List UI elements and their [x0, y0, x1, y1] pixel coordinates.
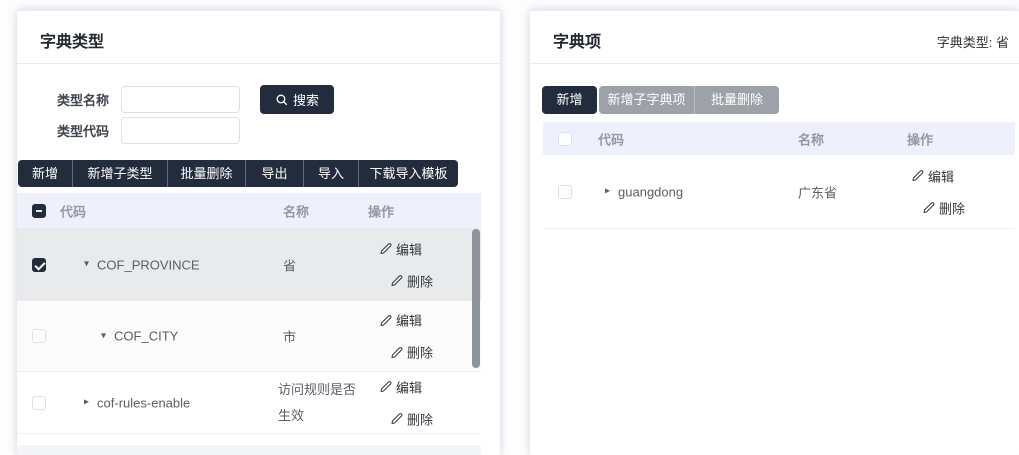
row-name: 市: [283, 327, 296, 346]
row-checkbox[interactable]: [558, 185, 572, 199]
edit-link[interactable]: 删除 编辑: [380, 377, 433, 396]
actions-column-header: 操作: [368, 201, 394, 220]
code-column-header: 代码: [60, 201, 86, 220]
pencil-icon: [380, 314, 392, 326]
code-cell: ▸ guangdong: [605, 184, 683, 199]
select-all-checkbox[interactable]: [32, 204, 46, 218]
edit-link[interactable]: 编辑: [380, 311, 433, 330]
row-checkbox[interactable]: [32, 396, 46, 410]
pencil-icon: [912, 170, 924, 182]
table-row-cof-rules-enable[interactable]: ▸ cof-rules-enable 访问规则是否生效 删除 编辑 删除: [17, 372, 481, 434]
collapse-arrow-icon[interactable]: ▾: [84, 260, 89, 270]
code-cell: ▸ cof-rules-enable: [84, 395, 190, 410]
dict-type-title: 字典类型: [40, 28, 104, 52]
add-item-button[interactable]: 新增: [542, 86, 597, 114]
code-column-header: 代码: [598, 129, 624, 148]
dict-type-toolbar: 新增 新增子类型 批量删除 导出 导入 下载导入模板: [18, 160, 458, 187]
dict-item-table-header: 代码 名称 操作: [543, 122, 1015, 155]
batch-delete-items-button[interactable]: 批量删除: [694, 86, 779, 114]
select-all-checkbox[interactable]: [558, 132, 572, 146]
code-cell: ▾ COF_PROVINCE: [84, 257, 200, 272]
current-dict-type-value: 省: [996, 35, 1009, 50]
row-actions: 删除 编辑 删除: [380, 377, 433, 428]
type-name-label: 类型名称: [55, 90, 109, 109]
collapse-arrow-icon[interactable]: ▾: [101, 331, 106, 341]
current-dict-type: 字典类型: 省: [937, 32, 1009, 51]
import-button[interactable]: 导入: [303, 160, 358, 187]
table-row-guangdong[interactable]: ▸ guangdong 广东省 编辑 删除: [543, 155, 1015, 229]
next-row-partial: [17, 445, 481, 455]
download-import-template-button[interactable]: 下载导入模板: [358, 160, 458, 187]
type-name-input[interactable]: [121, 86, 240, 113]
pencil-icon: [380, 381, 392, 393]
pencil-icon: [923, 202, 935, 214]
type-code-input[interactable]: [121, 117, 240, 144]
add-button[interactable]: 新增: [18, 160, 72, 187]
row-name: 访问规则是否生效: [278, 377, 362, 429]
row-code: COF_PROVINCE: [97, 257, 200, 272]
dict-type-panel: 字典类型 类型名称 搜索 类型代码 新增 新增子类型 批量删除 导出 导入 下载…: [17, 10, 500, 455]
delete-link[interactable]: 删除: [391, 271, 433, 290]
row-checkbox[interactable]: [32, 329, 46, 343]
type-code-label: 类型代码: [55, 121, 109, 140]
search-button[interactable]: 搜索: [260, 85, 334, 114]
batch-delete-button[interactable]: 批量删除: [167, 160, 245, 187]
pencil-icon: [391, 413, 403, 425]
pencil-icon: [380, 243, 392, 255]
add-subtype-button[interactable]: 新增子类型: [72, 160, 167, 187]
type-code-form-row: 类型代码: [55, 116, 240, 145]
row-actions: 编辑 删除: [380, 239, 433, 290]
row-code: guangdong: [618, 184, 683, 199]
dict-type-table-header: 代码 名称 操作: [17, 193, 481, 228]
row-name: 省: [283, 255, 296, 274]
row-code: cof-rules-enable: [97, 395, 190, 410]
delete-link[interactable]: 删除: [391, 343, 433, 362]
current-dict-type-label: 字典类型:: [937, 35, 993, 50]
row-actions: 编辑 删除: [380, 311, 433, 362]
dict-item-title: 字典项: [553, 28, 601, 52]
table-row-cof-province[interactable]: ▾ COF_PROVINCE 省 编辑 删除: [17, 228, 481, 301]
search-button-label: 搜索: [293, 90, 319, 109]
table-row-cof-city[interactable]: ▾ COF_CITY 市 编辑 删除: [17, 301, 481, 372]
type-name-form-row: 类型名称: [55, 85, 240, 114]
delete-link[interactable]: 删除: [923, 198, 965, 217]
add-sub-item-button[interactable]: 新增子字典项: [599, 86, 694, 114]
dict-item-toolbar: 新增 新增子字典项 批量删除: [542, 86, 779, 114]
actions-column-header: 操作: [907, 129, 933, 148]
search-icon: [275, 93, 288, 106]
dict-item-panel-header: 字典项 字典类型: 省: [530, 11, 1019, 64]
delete-link[interactable]: 删除: [391, 409, 433, 428]
name-column-header: 名称: [283, 201, 309, 220]
expand-arrow-icon[interactable]: ▸: [84, 398, 89, 408]
row-checkbox[interactable]: [32, 258, 46, 272]
table-scrollbar-thumb[interactable]: [472, 229, 480, 368]
row-actions: 编辑 删除: [912, 166, 965, 217]
expand-arrow-icon[interactable]: ▸: [605, 187, 610, 197]
pencil-icon: [391, 275, 403, 287]
row-name: 广东省: [798, 182, 837, 201]
page: 字典类型 类型名称 搜索 类型代码 新增 新增子类型 批量删除 导出 导入 下载…: [0, 0, 1019, 455]
dict-type-panel-header: 字典类型: [17, 11, 500, 64]
edit-link[interactable]: 编辑: [912, 166, 965, 185]
pencil-icon: [391, 346, 403, 358]
export-button[interactable]: 导出: [245, 160, 303, 187]
code-cell: ▾ COF_CITY: [101, 329, 178, 344]
edit-link[interactable]: 编辑: [380, 239, 433, 258]
name-column-header: 名称: [798, 129, 824, 148]
row-code: COF_CITY: [114, 329, 178, 344]
dict-item-panel: 字典项 字典类型: 省 新增 新增子字典项 批量删除 代码 名称 操作 ▸ gu…: [530, 10, 1019, 455]
